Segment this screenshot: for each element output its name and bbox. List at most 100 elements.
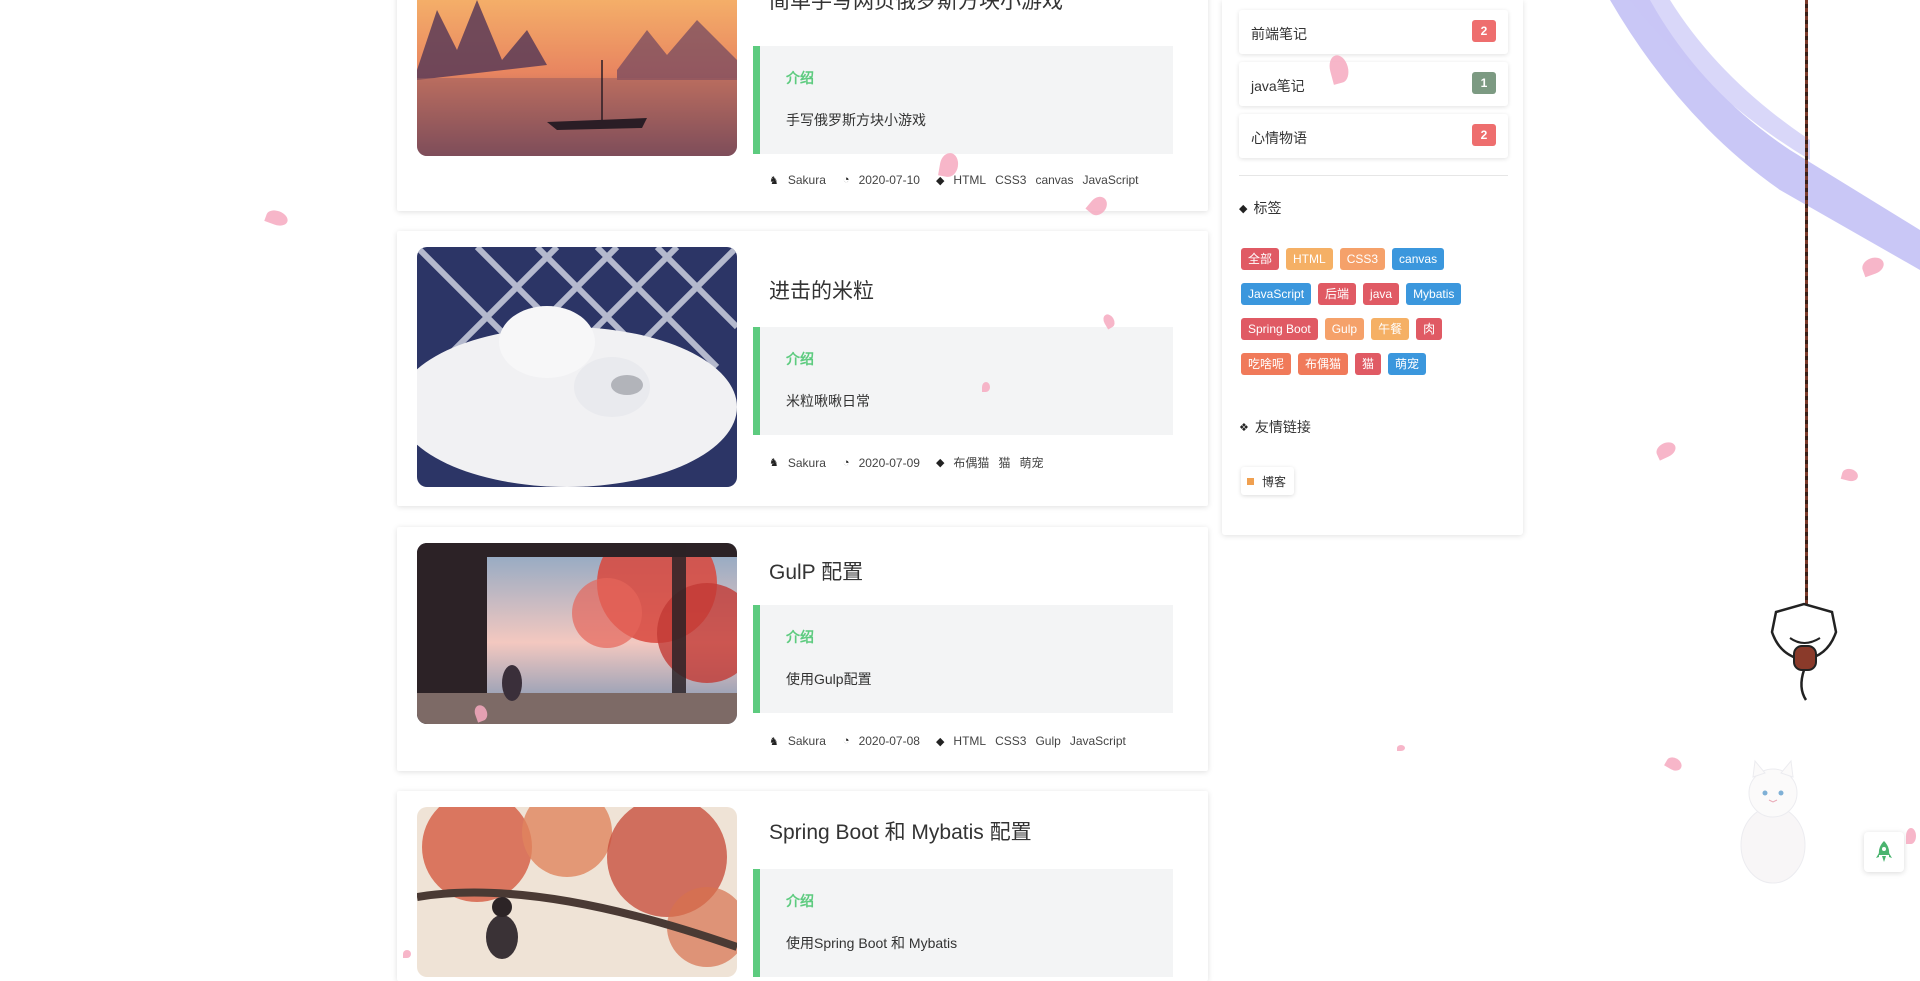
post-card: GulP 配置 介绍 使用Gulp配置 ♞ Sakura ◔ 2020-07-0… (397, 527, 1208, 771)
tag-pill[interactable]: 萌宠 (1388, 353, 1427, 375)
ribbon-decoration (1610, 0, 1920, 270)
post-tag[interactable]: CSS3 (995, 173, 1026, 187)
tag-pill[interactable]: Gulp (1324, 318, 1365, 340)
post-tag[interactable]: JavaScript (1070, 734, 1126, 748)
clock-icon: ◔ (842, 174, 850, 186)
category-name: 前端笔记 (1251, 26, 1307, 42)
post-thumbnail[interactable] (417, 543, 737, 724)
clock-icon: ◔ (842, 735, 850, 747)
post-title[interactable]: 简单手写网页俄罗斯方块小游戏 (769, 0, 1063, 15)
back-to-top-button[interactable] (1864, 832, 1904, 872)
sidebar-divider (1239, 175, 1508, 176)
post-tag[interactable]: CSS3 (995, 734, 1026, 748)
post-tag[interactable]: JavaScript (1082, 173, 1138, 187)
tag-pill[interactable]: Mybatis (1406, 283, 1462, 305)
tag-pill[interactable]: 布偶猫 (1298, 353, 1349, 375)
tag-pill[interactable]: canvas (1392, 248, 1445, 270)
intro-text: 使用Spring Boot 和 Mybatis (786, 935, 958, 951)
post-thumbnail[interactable] (417, 247, 737, 487)
category-item[interactable]: 前端笔记 2 (1239, 10, 1508, 54)
post-author: Sakura (787, 173, 826, 187)
tag-icon: ◆ (1239, 202, 1248, 215)
post-tag[interactable]: Gulp (1035, 734, 1060, 748)
post-thumbnail[interactable] (417, 0, 737, 156)
category-name: java笔记 (1251, 78, 1305, 94)
intro-label: 介绍 (786, 351, 814, 367)
petal-decoration (1906, 828, 1916, 844)
gem-icon: ❖ (1239, 421, 1249, 434)
petal-decoration (1653, 439, 1679, 461)
sidebar: 前端笔记 2 java笔记 1 心情物语 2 ◆ 标签 全部 HTML CSS3… (1222, 0, 1523, 535)
intro-label: 介绍 (786, 893, 814, 909)
post-meta: ♞ Sakura ◔ 2020-07-08 ◆ HTML CSS3 Gulp J… (769, 734, 1135, 748)
post-card: 简单手写网页俄罗斯方块小游戏 介绍 手写俄罗斯方块小游戏 ♞ Sakura ◔ … (397, 0, 1208, 211)
petal-decoration (1840, 467, 1860, 483)
intro-label: 介绍 (786, 629, 814, 645)
hanging-rope (1805, 0, 1808, 612)
user-icon: ♞ (769, 735, 779, 748)
post-date: 2020-07-10 (858, 173, 920, 187)
link-bullet-icon (1247, 477, 1254, 485)
post-meta: ♞ Sakura ◔ 2020-07-09 ◆ 布偶猫 猫 萌宠 (769, 454, 1052, 471)
tag-pill[interactable]: java (1363, 283, 1400, 305)
tags-section-title: ◆ 标签 (1239, 198, 1281, 218)
tag-icon: ◆ (935, 735, 945, 748)
intro-label: 介绍 (786, 70, 814, 86)
post-tag[interactable]: 萌宠 (1019, 454, 1043, 471)
category-count-badge: 1 (1472, 72, 1496, 94)
rocket-icon (1876, 841, 1892, 862)
post-author: Sakura (787, 455, 826, 470)
user-icon: ♞ (769, 174, 779, 187)
post-intro: 介绍 手写俄罗斯方块小游戏 (753, 46, 1173, 154)
tag-pill[interactable]: 后端 (1318, 283, 1357, 305)
clock-icon: ◔ (842, 456, 850, 469)
tag-pill[interactable]: 全部 (1241, 248, 1280, 270)
post-intro: 介绍 米粒啾啾日常 (753, 327, 1173, 435)
tag-icon: ◆ (935, 457, 945, 469)
post-author: Sakura (787, 734, 826, 748)
category-item[interactable]: 心情物语 2 (1239, 114, 1508, 158)
petal-decoration (1664, 754, 1684, 774)
petal-decoration (982, 382, 990, 392)
sitting-cat-icon (1740, 759, 1806, 884)
friend-link-label: 博客 (1262, 474, 1287, 489)
post-meta: ♞ Sakura ◔ 2020-07-10 ◆ HTML CSS3 canvas… (769, 173, 1148, 187)
tags-title-text: 标签 (1253, 200, 1282, 216)
petal-decoration (1397, 745, 1405, 751)
intro-text: 手写俄罗斯方块小游戏 (786, 112, 926, 128)
post-tag[interactable]: 布偶猫 (953, 454, 989, 471)
tag-cloud: 全部 HTML CSS3 canvas JavaScript 后端 java M… (1241, 248, 1511, 388)
post-thumbnail[interactable] (417, 807, 737, 977)
post-intro: 介绍 使用Spring Boot 和 Mybatis (753, 869, 1173, 977)
friend-link[interactable]: 博客 (1241, 467, 1295, 495)
links-section-title: ❖ 友情链接 (1239, 417, 1311, 437)
intro-text: 米粒啾啾日常 (786, 393, 870, 409)
intro-text: 使用Gulp配置 (786, 671, 872, 687)
hanging-cat-icon[interactable] (1768, 600, 1840, 705)
post-card: Spring Boot 和 Mybatis 配置 介绍 使用Spring Boo… (397, 791, 1208, 981)
tag-pill[interactable]: Spring Boot (1241, 318, 1318, 340)
tag-pill[interactable]: 肉 (1416, 318, 1443, 340)
user-icon: ♞ (769, 457, 779, 469)
category-item[interactable]: java笔记 1 (1239, 62, 1508, 106)
tag-pill[interactable]: 吃啥呢 (1241, 353, 1292, 375)
post-tag[interactable]: HTML (953, 173, 986, 187)
links-title-text: 友情链接 (1254, 419, 1311, 435)
category-count-badge: 2 (1472, 124, 1496, 146)
post-card: 进击的米粒 介绍 米粒啾啾日常 ♞ Sakura ◔ 2020-07-09 ◆ … (397, 231, 1208, 506)
tag-pill[interactable]: 猫 (1355, 353, 1382, 375)
category-name: 心情物语 (1251, 130, 1307, 146)
petal-decoration (264, 207, 290, 229)
tag-pill[interactable]: HTML (1286, 248, 1333, 270)
petal-decoration (403, 950, 411, 958)
post-tag[interactable]: canvas (1035, 173, 1073, 187)
tag-pill[interactable]: JavaScript (1241, 283, 1312, 305)
tag-pill[interactable]: 午餐 (1371, 318, 1410, 340)
post-tag[interactable]: 猫 (998, 454, 1010, 471)
post-tag[interactable]: HTML (953, 734, 986, 748)
post-title[interactable]: GulP 配置 (769, 556, 863, 586)
post-title[interactable]: Spring Boot 和 Mybatis 配置 (769, 816, 1032, 846)
post-date: 2020-07-08 (858, 734, 920, 748)
post-title[interactable]: 进击的米粒 (769, 275, 874, 305)
tag-pill[interactable]: CSS3 (1339, 248, 1386, 270)
